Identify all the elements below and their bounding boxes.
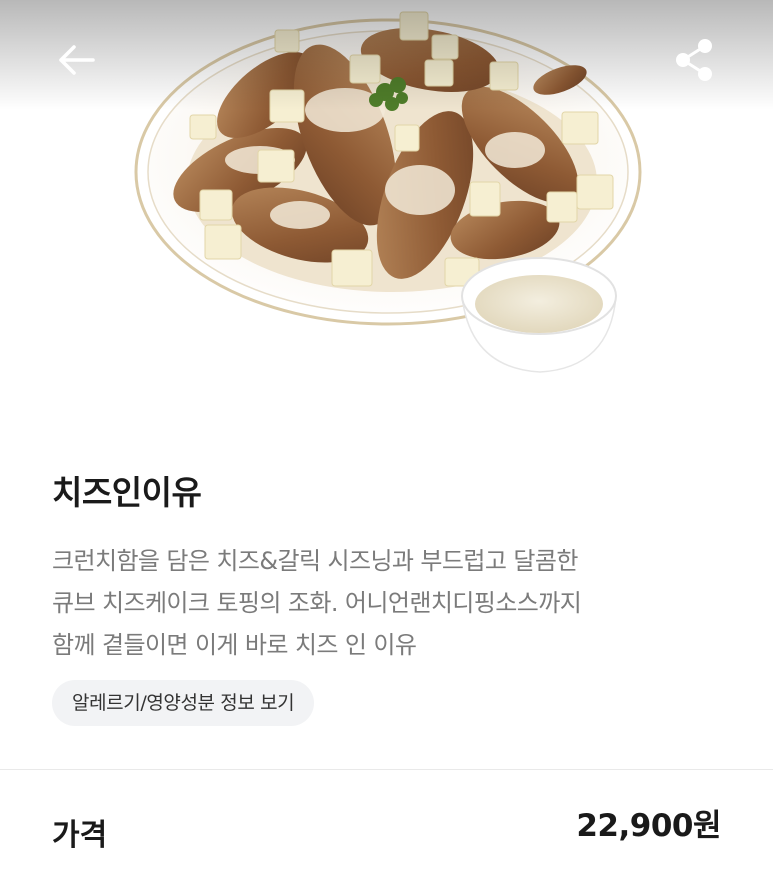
price-value: 22,900원 — [576, 808, 721, 844]
allergy-nutrition-info-button[interactable]: 알레르기/영양성분 정보 보기 — [52, 680, 315, 726]
product-description: 크런치함을 담은 치즈&갈릭 시즈닝과 부드럽고 달콤한 큐브 치즈케이크 토핑… — [52, 540, 742, 666]
share-icon — [676, 39, 712, 81]
product-name: 치즈인이유 — [52, 473, 202, 512]
arrow-left-icon — [59, 45, 95, 75]
product-image — [0, 0, 773, 415]
description-line: 함께 곁들이면 이게 바로 치즈 인 이유 — [52, 631, 417, 659]
price-label: 가격 — [52, 818, 108, 853]
description-line: 큐브 치즈케이크 토핑의 조화. 어니언랜치디핑소스까지 — [52, 589, 582, 617]
back-button[interactable] — [48, 32, 104, 88]
share-button[interactable] — [666, 32, 722, 88]
top-gradient-overlay — [0, 0, 773, 110]
description-line: 크런치함을 담은 치즈&갈릭 시즈닝과 부드럽고 달콤한 — [52, 547, 578, 575]
section-divider — [0, 769, 773, 770]
